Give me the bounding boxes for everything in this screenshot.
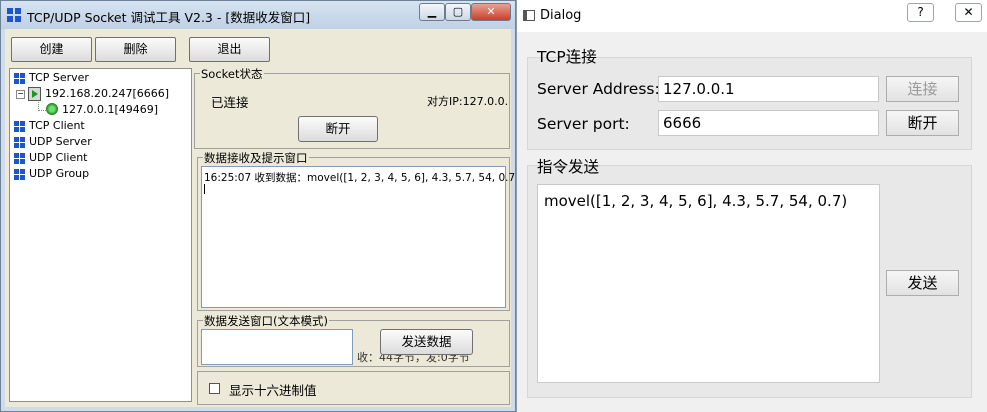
send-data-button[interactable]: 发送数据 [380,329,473,355]
help-icon: ? [917,5,924,19]
close-icon: ✕ [963,5,974,19]
socket-tool-window: TCP/UDP Socket 调试工具 V2.3 - [数据收发窗口] ▁ ▢ … [0,0,519,412]
send-group: 数据发送窗口(文本模式) 收：44字节，发:0字节 发送数据 [197,313,510,367]
udp-group-icon [14,169,25,180]
dialog-title-bar: Dialog ? ✕ [517,0,987,32]
tree-item-server-node[interactable]: 192.168.20.247[6666] [45,87,169,101]
server-address-input[interactable]: 127.0.0.1 [658,76,879,102]
socket-status-label: Socket状态 [200,66,264,82]
receive-group: 数据接收及提示窗口 16:25:07 收到数据：movel([1, 2, 3, … [197,150,519,311]
address-label: Server Address: [537,80,660,98]
udp-server-icon [14,137,25,148]
command-section-label: 指令发送 [537,158,600,176]
tree-item-client-node[interactable]: 127.0.0.1[49469] [62,103,158,117]
connection-status: 已连接 [211,95,249,110]
delete-button[interactable]: 删除 [95,37,176,62]
window-client: 创建 删除 退出 TCP Server − 192.168.20.247[666… [5,29,519,407]
send-button[interactable]: 发送 [886,270,959,296]
server-node-icon [28,87,41,101]
server-port-input[interactable]: 6666 [658,110,879,136]
receive-log-line: 16:25:07 收到数据：movel([1, 2, 3, 4, 5, 6], … [204,172,520,184]
send-input[interactable] [201,329,353,365]
exit-button[interactable]: 退出 [189,37,270,62]
disconnect-button[interactable]: 断开 [298,116,378,142]
title-bar: TCP/UDP Socket 调试工具 V2.3 - [数据收发窗口] ▁ ▢ … [1,1,515,29]
tcp-server-icon [14,73,25,84]
collapse-icon[interactable]: − [16,90,25,99]
minimize-button[interactable]: ▁ [419,3,445,21]
receive-group-label: 数据接收及提示窗口 [203,150,309,166]
tree-item-udp-group[interactable]: UDP Group [29,167,89,181]
create-button[interactable]: 创建 [11,37,92,62]
tree-item-tcp-server[interactable]: TCP Server [29,71,89,85]
dialog-window: Dialog ? ✕ TCP连接 Server Address: 127.0.0… [516,0,987,412]
tree-item-udp-server[interactable]: UDP Server [29,135,92,149]
send-group-label: 数据发送窗口(文本模式) [203,313,329,329]
dialog-close-button[interactable]: ✕ [955,3,982,22]
maximize-icon: ▢ [452,5,464,18]
tree-item-tcp-client[interactable]: TCP Client [29,119,85,133]
command-text: movel([1, 2, 3, 4, 5, 6], 4.3, 5.7, 54, … [544,192,848,210]
connect-button[interactable]: 连接 [886,76,959,102]
tcp-connection-frame [527,57,972,150]
hex-checkbox[interactable] [209,383,220,394]
tree-item-udp-client[interactable]: UDP Client [29,151,88,165]
text-caret [204,184,205,194]
window-title: TCP/UDP Socket 调试工具 V2.3 - [数据收发窗口] [27,10,311,25]
hex-option-group: 显示十六进制值 [197,371,510,405]
close-button[interactable]: ✕ [471,3,511,21]
connection-tree[interactable]: TCP Server − 192.168.20.247[6666] 127.0.… [9,68,192,402]
udp-client-icon [14,153,25,164]
command-textarea[interactable]: movel([1, 2, 3, 4, 5, 6], 4.3, 5.7, 54, … [537,184,880,383]
close-icon: ✕ [486,5,496,18]
receive-log[interactable]: 16:25:07 收到数据：movel([1, 2, 3, 4, 5, 6], … [201,166,519,308]
dialog-disconnect-button[interactable]: 断开 [886,110,959,136]
minimize-icon: ▁ [427,5,437,18]
peer-ip: 对方IP:127.0.0.1 [427,95,507,108]
port-label: Server port: [537,115,630,133]
socket-status-group: Socket状态 已连接 对方IP:127.0.0.1 断开 [194,66,510,149]
dialog-icon [523,10,535,21]
hex-checkbox-label: 显示十六进制值 [229,383,317,398]
maximize-button[interactable]: ▢ [445,3,471,21]
client-connected-icon [46,103,58,115]
help-button[interactable]: ? [907,3,934,22]
dialog-title: Dialog [540,8,582,23]
app-icon [7,8,21,22]
tcp-client-icon [14,121,25,132]
tcp-section-label: TCP连接 [537,48,597,66]
